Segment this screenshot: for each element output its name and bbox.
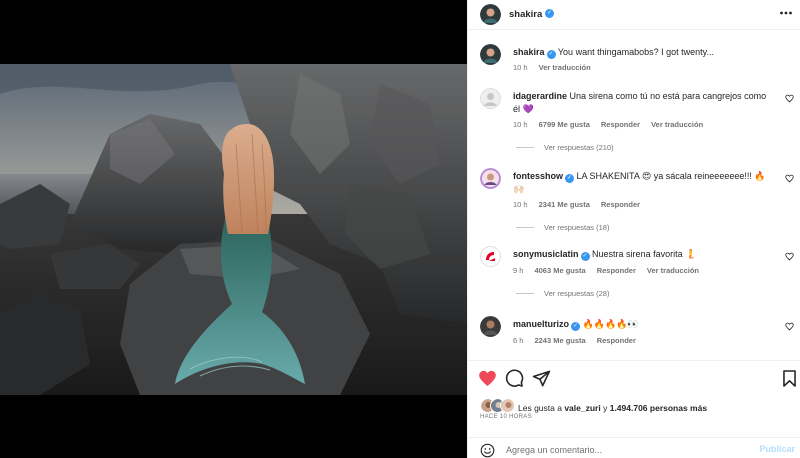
post-timestamp[interactable]: HACE 10 HORAS: [480, 414, 532, 420]
comment-avatar[interactable]: [480, 246, 501, 267]
post-actions: Les gusta a vale_zuri y 1.494.706 person…: [468, 360, 800, 458]
reply-button[interactable]: Responder: [597, 336, 636, 345]
comment-avatar[interactable]: [480, 316, 501, 337]
comment-username[interactable]: fontesshow: [513, 171, 563, 181]
comment-text: Nuestra sirena favorita 🧜: [592, 249, 697, 259]
emoji-icon[interactable]: [480, 443, 495, 458]
view-replies-label: Ver respuestas (18): [544, 223, 610, 232]
comment-meta: 10 h 6799 Me gusta Responder Ver traducción: [513, 120, 714, 129]
view-replies-button[interactable]: Ver respuestas (28): [516, 289, 609, 298]
caption-time: 10 h: [513, 63, 528, 72]
comment-likes[interactable]: 6799 Me gusta: [539, 120, 590, 129]
comment-username[interactable]: sonymusiclatin: [513, 249, 579, 259]
replies-line: [516, 147, 534, 148]
comment-likes[interactable]: 2243 Me gusta: [534, 336, 585, 345]
comment-likes[interactable]: 2341 Me gusta: [539, 200, 590, 209]
avatar: [500, 398, 515, 413]
verified-badge-icon: ✓: [571, 322, 581, 331]
liked-by-user[interactable]: vale_zuri: [564, 403, 600, 413]
caption-text: You want thingamabobs? I got twenty...: [557, 47, 714, 57]
comment-meta: 6 h 2243 Me gusta Responder: [513, 336, 647, 345]
publish-button[interactable]: Publicar: [759, 444, 795, 454]
heart-outline-icon[interactable]: [785, 252, 794, 261]
reply-button[interactable]: Responder: [601, 120, 640, 129]
comment-composer: Publicar: [468, 437, 800, 458]
heart-outline-icon[interactable]: [785, 174, 794, 183]
likes-count[interactable]: 1.494.706 personas más: [610, 403, 707, 413]
verified-badge-icon: ✓: [546, 50, 556, 59]
caption-meta: 10 h Ver traducción: [513, 63, 602, 72]
post-photo[interactable]: [0, 64, 467, 395]
likes-summary: Les gusta a vale_zuri y 1.494.706 person…: [518, 403, 707, 413]
comment-avatar[interactable]: [480, 168, 501, 189]
comment-meta: 10 h 2341 Me gusta Responder: [513, 200, 651, 209]
translate-link[interactable]: Ver traducción: [647, 266, 699, 275]
author-username[interactable]: shakira: [509, 9, 542, 20]
comment-body: fontesshow ✓ LA SHAKENITA 😍 ya sácala rei…: [513, 170, 773, 196]
comment-body: sonymusiclatin ✓ Nuestra sirena favorita …: [513, 248, 773, 261]
bookmark-icon[interactable]: [780, 369, 799, 388]
comment-body: manuelturizo ✓ 🔥🔥🔥🔥👀: [513, 318, 773, 331]
comments-list: shakira ✓ You want thingamabobs? I got tw…: [468, 30, 800, 360]
comment-text: 🔥🔥🔥🔥👀: [582, 319, 639, 329]
caption-body: shakira ✓ You want thingamabobs? I got tw…: [513, 46, 773, 59]
comment-time: 10 h: [513, 200, 528, 209]
post-header: shakira ✓: [468, 0, 800, 30]
verified-badge-icon: ✓: [580, 252, 590, 261]
heart-outline-icon[interactable]: [785, 94, 794, 103]
comment-body: idagerardine Una sirena como tú no está …: [513, 90, 773, 116]
replies-line: [516, 293, 534, 294]
comment-input[interactable]: [506, 443, 746, 457]
view-replies-label: Ver respuestas (210): [544, 143, 614, 152]
view-replies-button[interactable]: Ver respuestas (18): [516, 223, 609, 232]
verified-badge-icon: ✓: [545, 9, 554, 18]
translate-link[interactable]: Ver traducción: [651, 120, 703, 129]
likes-prefix: Les gusta a: [518, 403, 562, 413]
reply-button[interactable]: Responder: [601, 200, 640, 209]
replies-line: [516, 227, 534, 228]
caption-avatar[interactable]: [480, 44, 501, 65]
comment-time: 9 h: [513, 266, 524, 275]
comment-username[interactable]: manuelturizo: [513, 319, 569, 329]
comment-time: 6 h: [513, 336, 524, 345]
heart-outline-icon[interactable]: [785, 322, 794, 331]
heart-filled-icon[interactable]: [478, 369, 497, 388]
reply-button[interactable]: Responder: [597, 266, 636, 275]
more-horizontal-icon[interactable]: [779, 6, 793, 22]
post-media: [0, 0, 467, 458]
likes-middle: y: [603, 403, 608, 413]
caption-username[interactable]: shakira: [513, 47, 545, 57]
comment-meta: 9 h 4063 Me gusta Responder Ver traducción: [513, 266, 710, 275]
comment-avatar[interactable]: [480, 88, 501, 109]
comment-icon[interactable]: [505, 369, 524, 388]
comment-likes[interactable]: 4063 Me gusta: [534, 266, 585, 275]
post-panel: shakira ✓ shakira ✓ You want thingamabobs…: [467, 0, 800, 458]
author-avatar[interactable]: [480, 4, 501, 25]
view-replies-label: Ver respuestas (28): [544, 289, 610, 298]
verified-badge-icon: ✓: [565, 174, 575, 183]
share-icon[interactable]: [532, 369, 551, 388]
comment-time: 10 h: [513, 120, 528, 129]
view-replies-button[interactable]: Ver respuestas (210): [516, 143, 614, 152]
caption-translate-link[interactable]: Ver traducción: [539, 63, 591, 72]
comment-username[interactable]: idagerardine: [513, 91, 567, 101]
